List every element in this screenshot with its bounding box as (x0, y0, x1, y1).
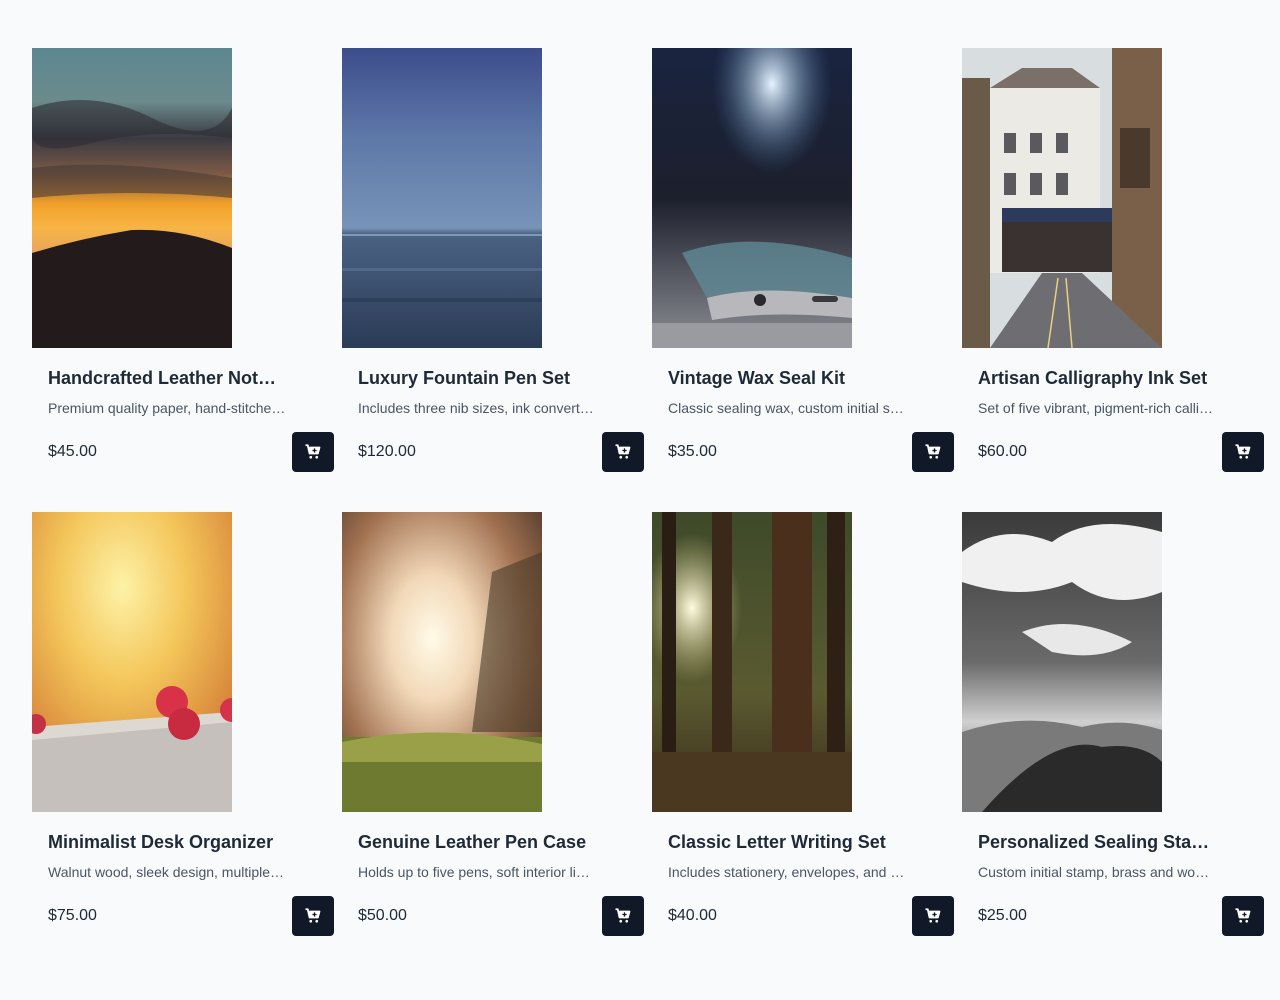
product-price: $25.00 (978, 907, 1027, 924)
product-price: $60.00 (978, 443, 1027, 460)
cart-icon (615, 908, 631, 923)
product-title[interactable]: Genuine Leather Pen Case (358, 830, 596, 854)
product-card: Genuine Leather Pen Case Holds up to fiv… (342, 512, 644, 936)
product-price: $120.00 (358, 443, 416, 460)
add-to-cart-button[interactable] (602, 432, 644, 472)
product-image[interactable] (342, 48, 542, 348)
add-to-cart-button[interactable] (912, 432, 954, 472)
add-to-cart-button[interactable] (292, 432, 334, 472)
product-price: $50.00 (358, 907, 407, 924)
product-card: Artisan Calligraphy Ink Set Set of five … (962, 48, 1264, 472)
product-image[interactable] (962, 48, 1162, 348)
product-description: Set of five vibrant, pigment-rich callig… (978, 400, 1216, 416)
product-title[interactable]: Handcrafted Leather Notebook (48, 366, 286, 390)
cart-icon (925, 908, 941, 923)
product-title[interactable]: Luxury Fountain Pen Set (358, 366, 596, 390)
product-card: Classic Letter Writing Set Includes stat… (652, 512, 954, 936)
cart-icon (305, 444, 321, 459)
product-price: $40.00 (668, 907, 717, 924)
product-title[interactable]: Artisan Calligraphy Ink Set (978, 366, 1216, 390)
product-image[interactable] (32, 512, 232, 812)
cart-icon (1235, 444, 1251, 459)
product-image[interactable] (652, 48, 852, 348)
product-title[interactable]: Classic Letter Writing Set (668, 830, 906, 854)
product-title[interactable]: Vintage Wax Seal Kit (668, 366, 906, 390)
product-title[interactable]: Personalized Sealing Stamp (978, 830, 1216, 854)
product-description: Includes three nib sizes, ink converter … (358, 400, 596, 416)
product-price: $75.00 (48, 907, 97, 924)
product-description: Classic sealing wax, custom initial stam… (668, 400, 906, 416)
product-image[interactable] (962, 512, 1162, 812)
cart-icon (1235, 908, 1251, 923)
product-image[interactable] (652, 512, 852, 812)
add-to-cart-button[interactable] (1222, 432, 1264, 472)
product-title[interactable]: Minimalist Desk Organizer (48, 830, 286, 854)
product-description: Holds up to five pens, soft interior lin… (358, 864, 596, 880)
add-to-cart-button[interactable] (292, 896, 334, 936)
product-description: Walnut wood, sleek design, multiple comp… (48, 864, 286, 880)
product-card: Minimalist Desk Organizer Walnut wood, s… (32, 512, 334, 936)
cart-icon (305, 908, 321, 923)
add-to-cart-button[interactable] (912, 896, 954, 936)
product-image[interactable] (32, 48, 232, 348)
product-price: $45.00 (48, 443, 97, 460)
product-image[interactable] (342, 512, 542, 812)
product-card: Luxury Fountain Pen Set Includes three n… (342, 48, 644, 472)
product-grid: Handcrafted Leather Notebook Premium qua… (32, 48, 1264, 936)
cart-icon (615, 444, 631, 459)
product-description: Includes stationery, envelopes, and a fi… (668, 864, 906, 880)
product-card: Personalized Sealing Stamp Custom initia… (962, 512, 1264, 936)
product-description: Custom initial stamp, brass and wood han… (978, 864, 1216, 880)
cart-icon (925, 444, 941, 459)
product-price: $35.00 (668, 443, 717, 460)
add-to-cart-button[interactable] (602, 896, 644, 936)
product-card: Vintage Wax Seal Kit Classic sealing wax… (652, 48, 954, 472)
product-description: Premium quality paper, hand-stitched lea… (48, 400, 286, 416)
add-to-cart-button[interactable] (1222, 896, 1264, 936)
product-card: Handcrafted Leather Notebook Premium qua… (32, 48, 334, 472)
